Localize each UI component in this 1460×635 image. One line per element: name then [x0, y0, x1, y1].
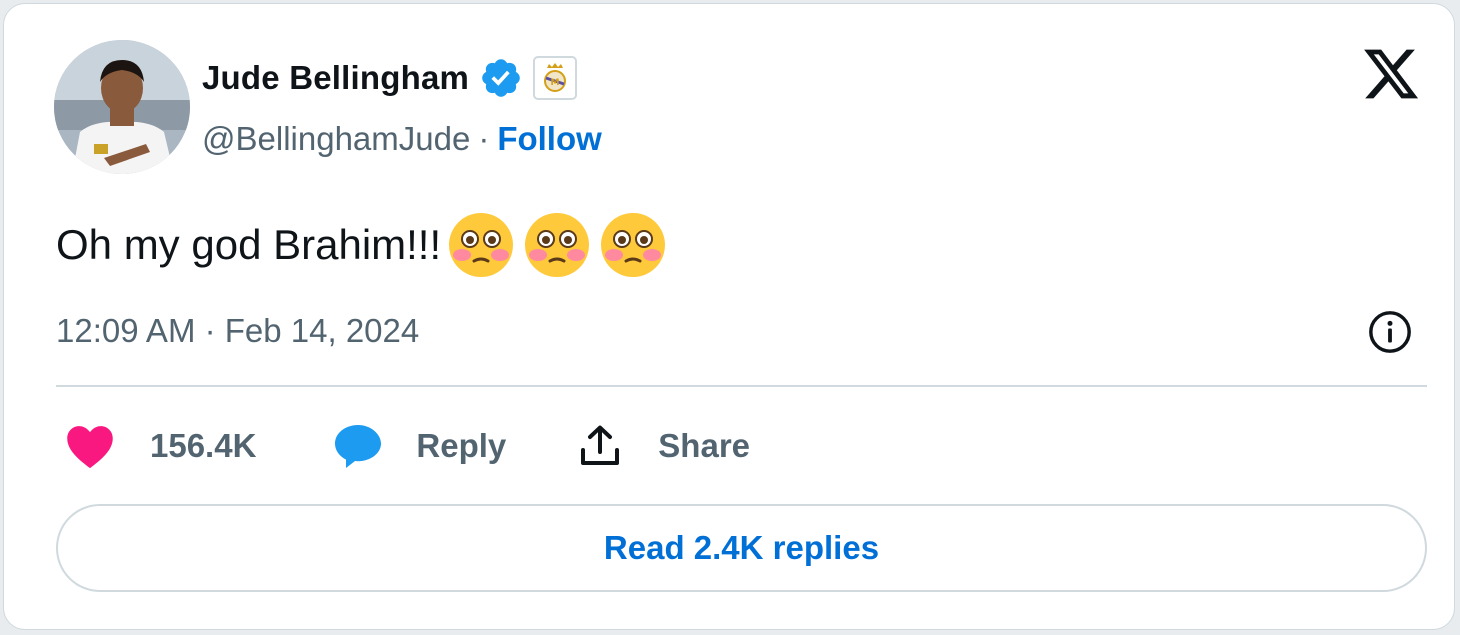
- divider: [56, 385, 1427, 387]
- read-replies-label: Read 2.4K replies: [603, 529, 880, 566]
- flushed-face-emoji: [601, 213, 666, 277]
- read-replies-button[interactable]: Read 2.4K replies: [56, 504, 1427, 592]
- tweet-text: Oh my god Brahim!!!: [56, 210, 667, 280]
- like-button[interactable]: 156.4K: [64, 422, 256, 470]
- share-label: Share: [658, 427, 751, 464]
- author-handle-row: @BellinghamJude · Follow: [202, 116, 602, 162]
- svg-text:M: M: [551, 78, 560, 88]
- separator-dot: ·: [478, 120, 490, 157]
- info-icon[interactable]: [1367, 309, 1413, 355]
- reply-button[interactable]: Reply: [332, 422, 506, 470]
- real-madrid-crest-icon[interactable]: M: [533, 56, 578, 100]
- verified-badge-icon: [479, 56, 523, 100]
- author-name-row: Jude Bellingham M: [202, 56, 578, 100]
- author-display-name[interactable]: Jude Bellingham: [202, 59, 469, 97]
- tweet-timestamp[interactable]: 12:09 AM · Feb 14, 2024: [56, 308, 419, 354]
- author-handle[interactable]: @BellinghamJude: [202, 120, 470, 158]
- reply-bubble-icon: [335, 425, 382, 468]
- heart-icon: [67, 426, 113, 469]
- follow-button[interactable]: Follow: [497, 120, 601, 158]
- flushed-face-emoji: [525, 213, 590, 277]
- tweet-embed-card: Jude Bellingham M @BellinghamJude · Foll…: [3, 3, 1455, 630]
- action-bar: 156.4K Reply Share: [64, 416, 750, 476]
- flushed-face-emoji: [449, 213, 514, 277]
- share-button[interactable]: Share: [576, 422, 750, 470]
- tweet-emojis: [447, 211, 667, 279]
- reply-label: Reply: [416, 427, 507, 464]
- share-upload-icon: [581, 425, 620, 465]
- like-count: 156.4K: [150, 427, 257, 464]
- tweet-body-text: Oh my god Brahim!!!: [56, 221, 442, 268]
- x-logo-icon[interactable]: [1360, 44, 1422, 104]
- author-avatar[interactable]: [54, 40, 190, 174]
